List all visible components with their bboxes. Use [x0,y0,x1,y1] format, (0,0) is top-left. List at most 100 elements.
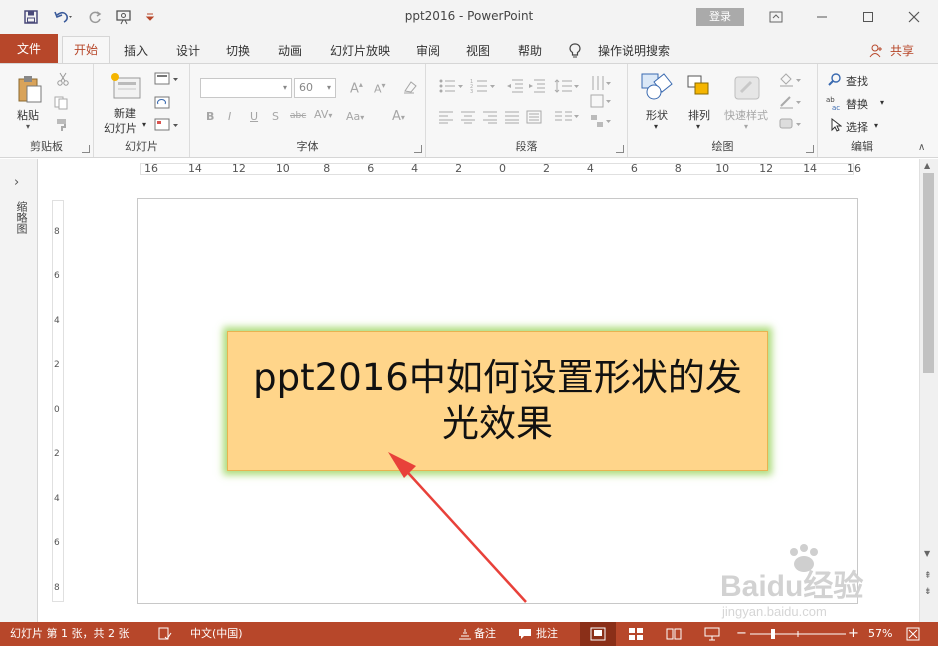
tab-home[interactable]: 开始 [62,36,110,64]
spell-check-icon[interactable] [158,622,172,646]
replace-icon[interactable]: ab ac [826,95,844,112]
smartart-icon[interactable] [590,114,614,130]
strikethrough-icon[interactable]: abc [290,111,306,121]
align-text-icon[interactable] [590,94,614,110]
language-indicator[interactable]: 中文(中国) [190,622,243,646]
find-icon[interactable] [828,73,842,87]
paste-dropdown-icon[interactable]: ▾ [26,122,30,131]
shapes-icon[interactable] [640,72,674,102]
shape-outline-icon[interactable] [778,94,804,110]
quick-styles-icon[interactable] [732,74,762,102]
tab-transitions[interactable]: 切换 [216,40,260,62]
fit-to-window-icon[interactable] [906,622,920,646]
next-slide-icon[interactable]: ⇟ [924,587,932,597]
italic-icon[interactable]: I [228,110,231,123]
zoom-level[interactable]: 57% [868,622,892,646]
increase-font-size-icon[interactable]: A▴ [350,80,363,96]
font-color-icon[interactable]: A▾ [392,109,405,124]
font-name-combo[interactable]: ▾ [200,78,292,98]
reset-icon[interactable] [154,96,172,110]
cut-icon[interactable] [56,72,70,86]
scroll-down-icon[interactable]: ▼ [924,549,930,558]
align-left-icon[interactable] [438,110,454,124]
vertical-ruler[interactable]: 8 6 4 2 0 2 4 6 8 [52,200,64,602]
thumbnail-pane-label[interactable]: 缩略图 [13,201,28,234]
normal-view-icon[interactable] [580,622,616,646]
previous-slide-icon[interactable]: ⇞ [924,571,932,581]
shape-text[interactable]: ppt2016中如何设置形状的发光效果 [236,355,759,447]
shapes-dropdown-icon[interactable]: ▾ [654,122,658,131]
replace-dropdown-icon[interactable]: ▾ [880,98,884,107]
layout-icon[interactable] [154,72,180,86]
tab-view[interactable]: 视图 [456,40,500,62]
font-size-combo[interactable]: 60 ▾ [294,78,336,98]
tab-review[interactable]: 审阅 [406,40,450,62]
reading-view-icon[interactable] [666,622,682,646]
select-dropdown-icon[interactable]: ▾ [874,121,878,130]
shapes-label[interactable]: 形状 [646,107,668,123]
scroll-up-icon[interactable]: ▲ [924,161,930,170]
quick-styles-dropdown-icon[interactable]: ▾ [744,122,748,131]
zoom-in-button[interactable]: + [848,622,859,646]
zoom-out-button[interactable]: − [736,622,747,646]
bold-icon[interactable]: B [206,110,214,123]
decrease-indent-icon[interactable] [506,78,524,94]
new-slide-label-2[interactable]: 幻灯片 [104,120,137,136]
increase-indent-icon[interactable] [528,78,546,94]
paste-icon[interactable] [16,74,44,104]
arrange-icon[interactable] [686,74,714,100]
scroll-thumb[interactable] [923,173,934,373]
find-button[interactable]: 查找 [846,73,868,89]
maximize-icon[interactable] [856,6,880,28]
align-right-icon[interactable] [482,110,498,124]
select-cursor-icon[interactable] [830,117,843,132]
shape-effects-icon[interactable] [778,116,804,132]
line-spacing-icon[interactable] [554,78,582,94]
comments-icon[interactable] [518,622,532,646]
new-slide-icon[interactable] [110,72,142,100]
distributed-icon[interactable] [526,110,542,124]
notes-icon[interactable] [458,622,472,646]
align-center-icon[interactable] [460,110,476,124]
tab-animations[interactable]: 动画 [268,40,312,62]
slide-sorter-icon[interactable] [628,622,644,646]
paragraph-launcher-icon[interactable] [616,145,624,153]
copy-icon[interactable] [54,96,72,110]
clear-formatting-icon[interactable] [402,79,418,98]
shape-fill-icon[interactable] [778,72,804,88]
drawing-launcher-icon[interactable] [806,145,814,153]
bullets-icon[interactable] [438,78,466,94]
new-slide-dropdown-icon[interactable]: ▾ [142,120,146,129]
section-icon[interactable] [154,118,180,132]
horizontal-ruler[interactable]: 16 14 12 10 8 6 4 2 0 2 4 6 8 10 12 14 16 [140,163,861,175]
collapse-ribbon-icon[interactable]: ∧ [918,142,925,153]
close-icon[interactable] [902,6,926,28]
format-painter-icon[interactable] [56,118,70,132]
underline-icon[interactable]: U [250,110,258,123]
change-case-icon[interactable]: Aa▾ [346,110,364,123]
zoom-slider[interactable] [750,622,846,646]
quick-styles-label[interactable]: 快速样式 [724,107,768,123]
replace-button[interactable]: 替换 [846,96,868,112]
numbering-icon[interactable]: 123 [470,78,498,95]
arrange-label[interactable]: 排列 [688,107,710,123]
tab-slideshow[interactable]: 幻灯片放映 [320,40,400,62]
tab-insert[interactable]: 插入 [114,40,158,62]
columns-icon[interactable] [554,110,582,124]
notes-button[interactable]: 备注 [474,622,496,646]
minimize-icon[interactable] [810,6,834,28]
character-spacing-icon[interactable]: AV▾ [314,108,332,121]
clipboard-launcher-icon[interactable] [82,145,90,153]
shadow-icon[interactable]: S [272,110,279,123]
share-person-icon[interactable] [866,40,886,62]
tab-design[interactable]: 设计 [166,40,210,62]
new-slide-label-1[interactable]: 新建 [114,105,136,121]
font-launcher-icon[interactable] [414,145,422,153]
sign-in-button[interactable]: 登录 [696,8,744,26]
decrease-font-size-icon[interactable]: A▾ [374,81,386,96]
text-direction-icon[interactable] [590,74,614,92]
share-button[interactable]: 共享 [886,40,918,62]
slideshow-view-icon[interactable] [704,622,720,646]
vertical-scrollbar[interactable]: ▲ ▼ ⇞ ⇟ [919,159,938,622]
tab-file[interactable]: 文件 [0,34,58,64]
